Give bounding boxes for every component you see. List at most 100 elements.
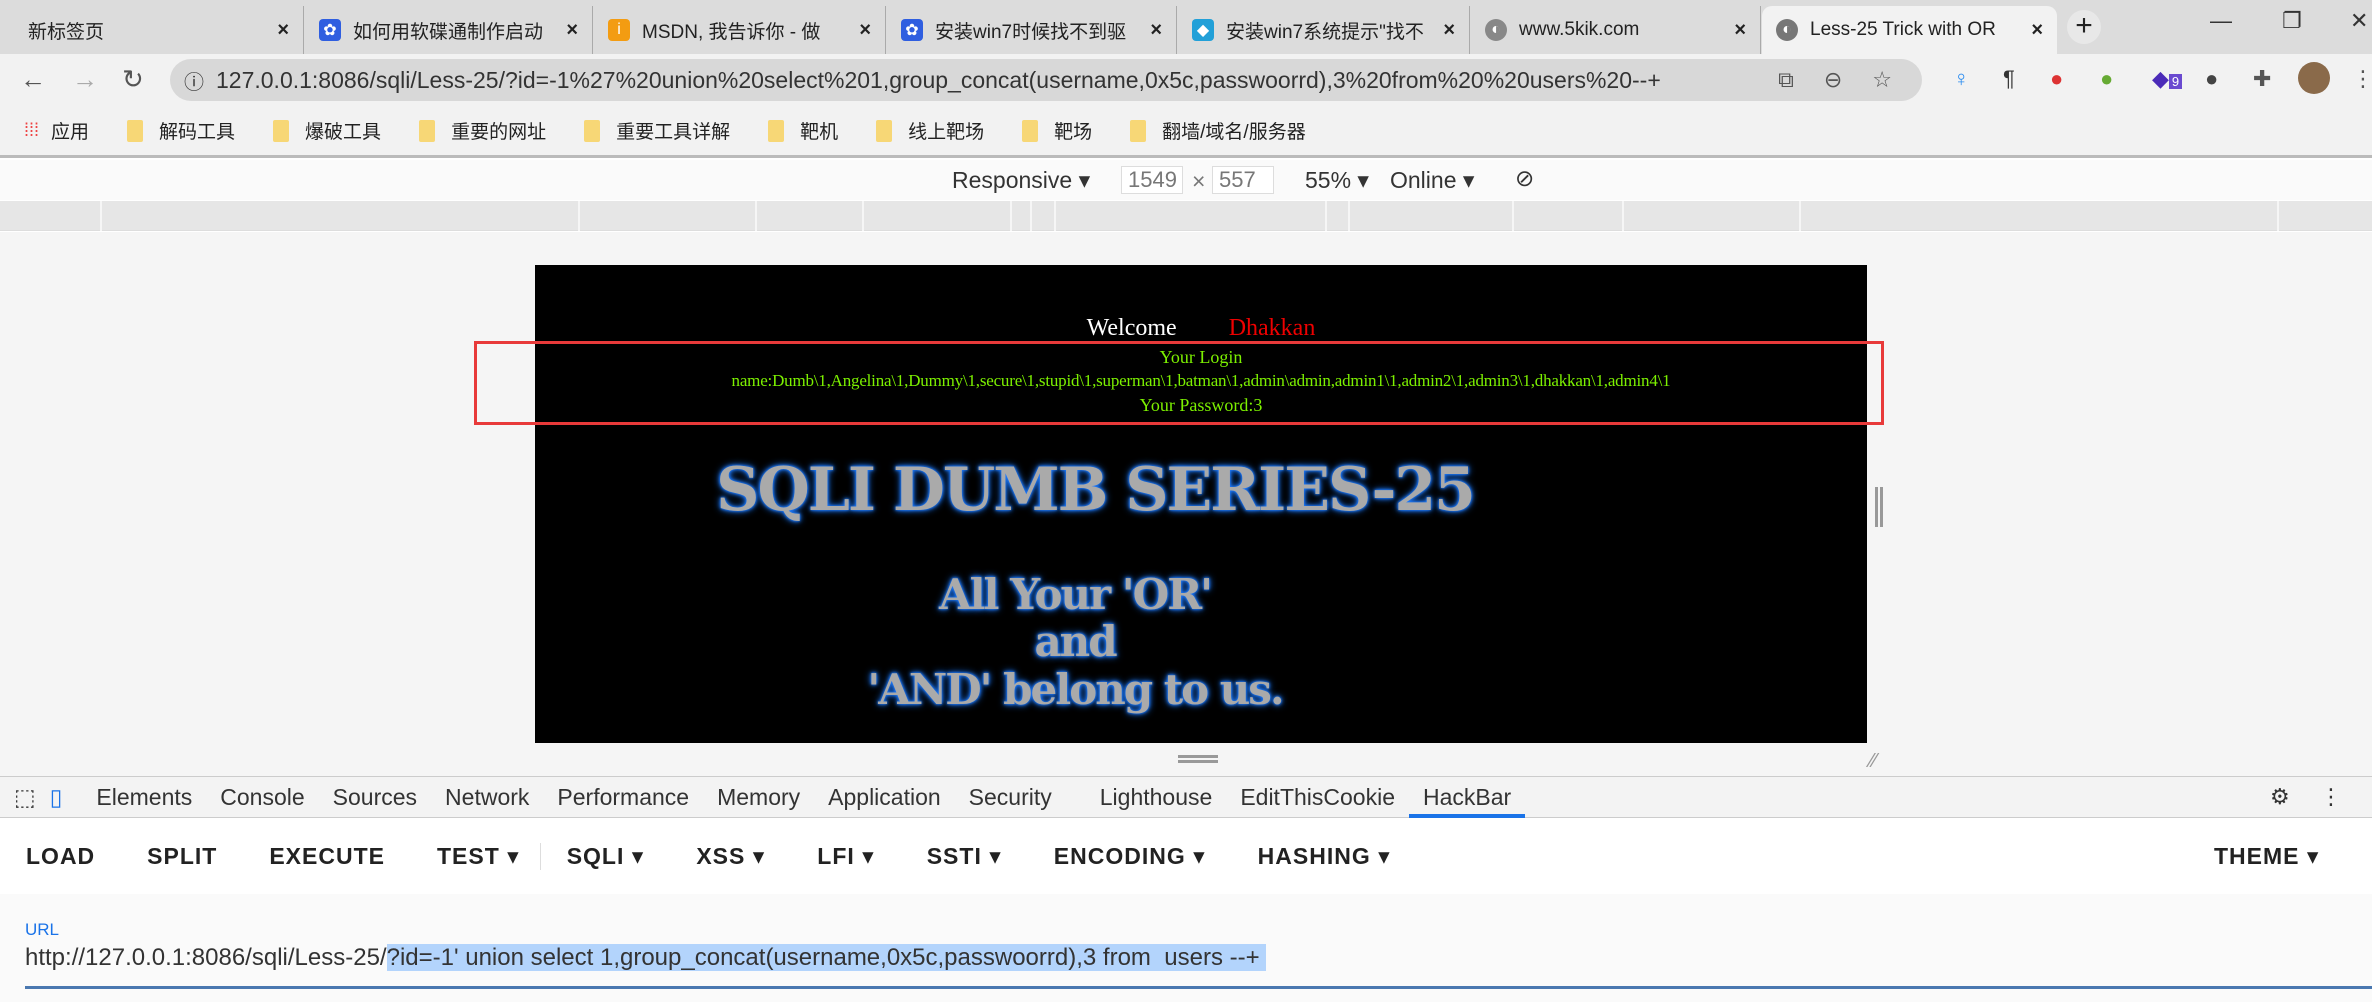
- times-symbol: ×: [1192, 168, 1206, 194]
- folder-icon: [876, 119, 893, 142]
- width-input[interactable]: 1549: [1121, 166, 1183, 194]
- bookmark-label: 重要的网址: [451, 122, 547, 143]
- close-icon[interactable]: ×: [277, 19, 289, 42]
- tab-msdn[interactable]: i MSDN, 我告诉你 - 做 ×: [594, 6, 886, 54]
- avatar[interactable]: [2298, 62, 2330, 94]
- lfi-menu[interactable]: LFI ▾: [791, 843, 900, 870]
- extension-badge-icon[interactable]: ◆ 9: [2152, 66, 2183, 92]
- media-query-bar[interactable]: [0, 201, 2372, 231]
- close-icon[interactable]: ×: [1443, 19, 1455, 42]
- bookmark-folder[interactable]: 爆破工具: [273, 117, 381, 144]
- tab-elements[interactable]: Elements: [82, 776, 206, 818]
- folder-icon: [1022, 119, 1039, 142]
- bookmark-folder[interactable]: 靶机: [768, 117, 838, 144]
- slogan-line: All Your 'OR': [939, 570, 1213, 619]
- reload-icon[interactable]: ↻: [122, 64, 144, 95]
- close-icon[interactable]: ×: [566, 19, 578, 42]
- tab-security[interactable]: Security: [955, 776, 1066, 818]
- bookmark-label: 应用: [51, 122, 90, 143]
- tab-baidu-2[interactable]: ✿ 安装win7时候找不到驱 ×: [887, 6, 1177, 54]
- forward-icon[interactable]: →: [72, 64, 98, 95]
- folder-icon: [127, 119, 144, 142]
- bookmark-folder[interactable]: 重要的网址: [419, 117, 546, 144]
- split-button[interactable]: SPLIT: [121, 843, 243, 870]
- resize-handle-bottom[interactable]: [1178, 755, 1218, 763]
- minimize-button[interactable]: —: [2210, 8, 2232, 34]
- zoom-icon[interactable]: ⊖: [1824, 67, 1842, 93]
- extension-ball-icon[interactable]: ●: [2205, 66, 2218, 92]
- tab-editthiscookie[interactable]: EditThisCookie: [1226, 776, 1409, 818]
- folder-icon: [1130, 119, 1147, 142]
- tab-network[interactable]: Network: [431, 776, 543, 818]
- close-icon[interactable]: ×: [1734, 19, 1746, 42]
- back-icon[interactable]: ←: [20, 64, 46, 95]
- tab-lighthouse[interactable]: Lighthouse: [1086, 776, 1227, 818]
- sqli-menu[interactable]: SQLI ▾: [541, 843, 671, 870]
- execute-button[interactable]: EXECUTE: [243, 843, 411, 870]
- settings-gear-icon[interactable]: ⚙: [2270, 784, 2290, 810]
- web-page: Welcome Dhakkan Your Login name:Dumb\1,An…: [535, 265, 1867, 743]
- height-input[interactable]: 557: [1212, 166, 1274, 194]
- tab-baidu-1[interactable]: ✿ 如何用软碟通制作启动 ×: [305, 6, 593, 54]
- bookmark-folder[interactable]: 解码工具: [127, 117, 235, 144]
- bookmark-star-icon[interactable]: ☆: [1872, 67, 1892, 93]
- bookmark-folder[interactable]: 线上靶场: [876, 117, 984, 144]
- new-tab-button[interactable]: +: [2067, 10, 2101, 44]
- encoding-menu[interactable]: ENCODING ▾: [1028, 843, 1232, 870]
- close-icon[interactable]: ×: [859, 19, 871, 42]
- folder-icon: [768, 119, 785, 142]
- msdn-icon: i: [608, 19, 630, 41]
- folder-icon: [419, 119, 436, 142]
- tab-hackbar[interactable]: HackBar: [1409, 776, 1526, 818]
- device-toggle-icon[interactable]: ▯: [50, 784, 63, 811]
- tab-performance[interactable]: Performance: [543, 776, 703, 818]
- bookmark-folder[interactable]: 重要工具详解: [584, 117, 730, 144]
- tab-less-25[interactable]: ◐ Less-25 Trick with OR ×: [1762, 6, 2057, 54]
- tab-application[interactable]: Application: [814, 776, 955, 818]
- address-bar[interactable]: ⓘ 127.0.0.1:8086/sqli/Less-25/?id=-1%27%…: [170, 59, 1922, 101]
- location-pin-icon[interactable]: ♀: [1953, 66, 1970, 92]
- test-menu[interactable]: TEST ▾: [411, 842, 541, 870]
- tab-memory[interactable]: Memory: [703, 776, 814, 818]
- devtools-tabbar: ⬚ ▯ Elements Console Sources Network Per…: [0, 776, 2372, 818]
- zoom-select[interactable]: 55% ▾: [1305, 167, 1369, 194]
- url-selected-text: ?id=-1' union select 1,group_concat(user…: [386, 944, 1267, 971]
- info-icon[interactable]: ⓘ: [184, 66, 204, 95]
- network-throttle-select[interactable]: Online ▾: [1390, 167, 1474, 194]
- translate-icon[interactable]: ⧉: [1778, 67, 1794, 93]
- extension-masks-icon[interactable]: ●: [2100, 66, 2113, 92]
- extension-badge: 9: [2168, 74, 2183, 89]
- bookmark-folder[interactable]: 翻墙/域名/服务器: [1130, 117, 1306, 144]
- resize-corner-icon[interactable]: ⁄⁄: [1870, 750, 1877, 773]
- hashing-menu[interactable]: HASHING ▾: [1232, 843, 1417, 870]
- tab-sources[interactable]: Sources: [319, 776, 431, 818]
- welcome-text: Welcome: [1086, 315, 1177, 341]
- xss-menu[interactable]: XSS ▾: [670, 843, 791, 870]
- cookie-icon[interactable]: ●: [2050, 66, 2063, 92]
- inspect-icon[interactable]: ⬚: [14, 784, 36, 811]
- address-input[interactable]: 127.0.0.1:8086/sqli/Less-25/?id=-1%27%20…: [216, 67, 1778, 94]
- rotate-icon[interactable]: ⊘: [1515, 165, 1534, 192]
- resize-handle-right[interactable]: [1875, 487, 1883, 527]
- pilcrow-icon[interactable]: ¶: [2003, 66, 2015, 92]
- theme-menu[interactable]: THEME ▾: [2188, 843, 2345, 870]
- tab-console[interactable]: Console: [206, 776, 318, 818]
- ssti-menu[interactable]: SSTI ▾: [901, 843, 1028, 870]
- load-button[interactable]: LOAD: [0, 843, 121, 870]
- close-window-button[interactable]: ✕: [2350, 8, 2368, 34]
- puzzle-icon[interactable]: ✚: [2253, 66, 2271, 92]
- bookmark-apps[interactable]: ⁞⁞⁞ 应用: [24, 117, 89, 144]
- baidu-paw-icon: ✿: [901, 19, 923, 41]
- tab-5kik[interactable]: ◐ www.5kik.com ×: [1471, 6, 1761, 54]
- url-textarea[interactable]: http://127.0.0.1:8086/sqli/Less-25/?id=-…: [25, 944, 1267, 972]
- bookmarks-bar: ⁞⁞⁞ 应用 解码工具 爆破工具 重要的网址 重要工具详解 靶机 线上靶场 靶场 …: [0, 106, 2372, 158]
- tab-win7[interactable]: ◆ 安装win7系统提示"找不 ×: [1178, 6, 1470, 54]
- more-options-icon[interactable]: ⋮: [2320, 784, 2342, 810]
- close-icon[interactable]: ×: [1150, 19, 1162, 42]
- restore-button[interactable]: ❐: [2282, 8, 2302, 34]
- menu-icon[interactable]: ⋮: [2352, 66, 2372, 92]
- device-mode-select[interactable]: Responsive ▾: [952, 167, 1090, 194]
- close-icon[interactable]: ×: [2031, 19, 2043, 42]
- bookmark-folder[interactable]: 靶场: [1022, 117, 1092, 144]
- tab-new-tab[interactable]: 新标签页 ×: [14, 6, 304, 54]
